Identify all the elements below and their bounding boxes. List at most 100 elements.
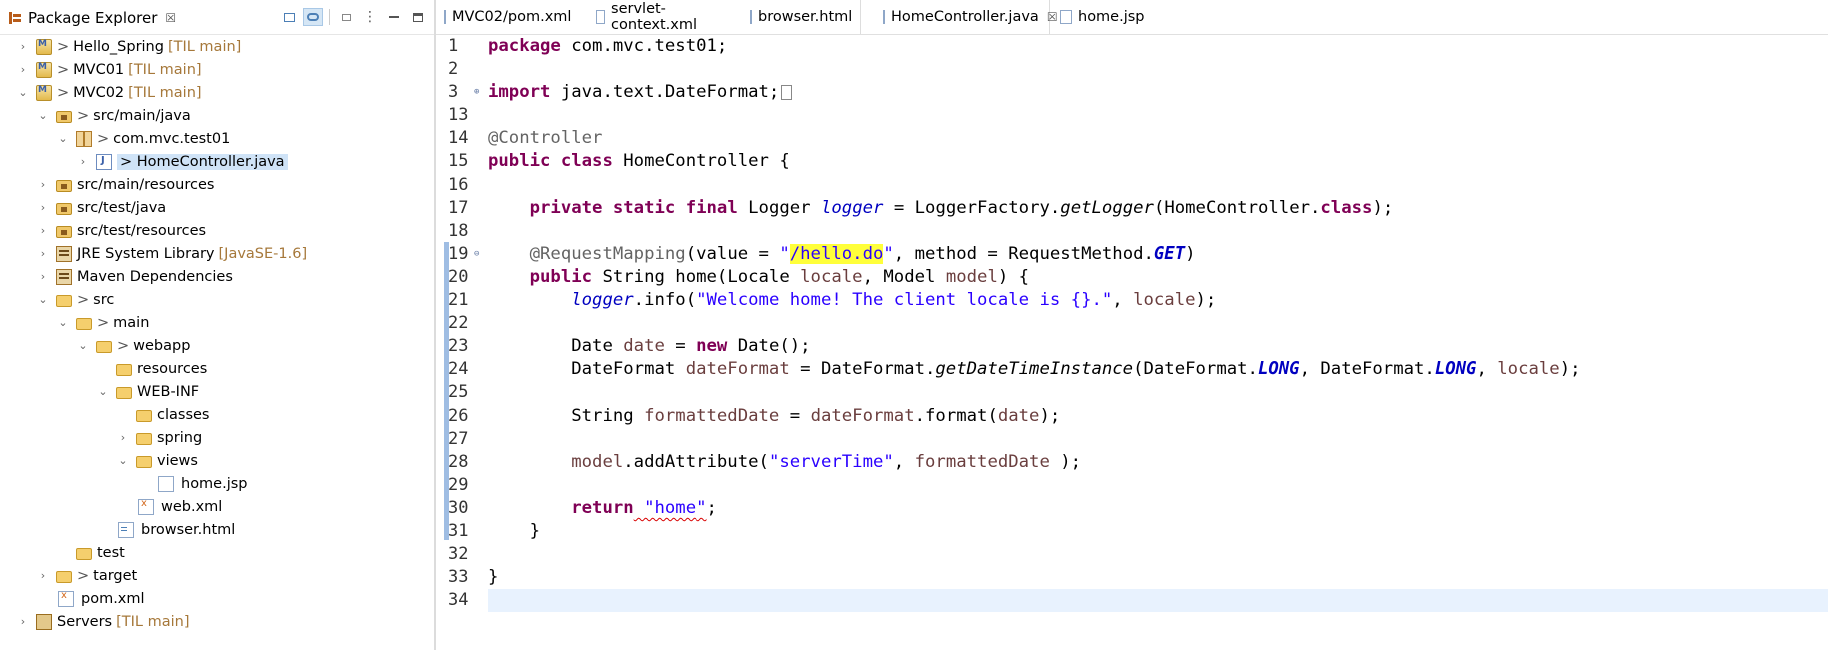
code-line: 17 private static final Logger logger = … [448, 197, 1828, 220]
tree-item[interactable]: web.xml [0, 495, 434, 518]
folder-icon [136, 455, 152, 468]
code-line: 1 package com.mvc.test01; [448, 35, 1828, 58]
code-lines[interactable]: 1 package com.mvc.test01; 2 3 ⊕ import java… [448, 35, 1828, 613]
tree-item[interactable]: pom.xml [0, 587, 434, 610]
package-explorer-title: Package Explorer [28, 9, 158, 27]
dirty-marker: > [117, 337, 130, 354]
maven-pom-icon [444, 10, 446, 24]
tab-homecontroller-java[interactable]: HomeController.java ☒ [860, 0, 1058, 34]
view-toolbar: ⋮ [279, 8, 428, 26]
java-file-icon [883, 10, 885, 24]
tree-item-label: pom.xml [81, 590, 145, 607]
tree-item[interactable]: home.jsp [0, 472, 434, 495]
tab-servlet-context-xml[interactable]: servlet-context.xml [566, 0, 720, 34]
tree-item[interactable]: › > MVC01 [TIL main] [0, 58, 434, 81]
expand-toggle-icon[interactable]: › [76, 155, 90, 169]
tree-item[interactable]: test [0, 541, 434, 564]
spelling-warning[interactable]: "home" [634, 498, 706, 518]
expand-toggle-icon[interactable]: › [36, 178, 50, 192]
close-icon[interactable]: ☒ [165, 11, 176, 25]
tree-item[interactable]: classes [0, 403, 434, 426]
expand-fold-icon[interactable]: ⊕ [474, 81, 479, 104]
dirty-marker: > [57, 61, 70, 78]
line-number: 25 [448, 382, 469, 403]
expand-toggle-icon[interactable]: › [36, 569, 50, 583]
collapse-fold-icon[interactable]: ⊖ [474, 243, 479, 266]
tree-item[interactable]: ⌄ > main [0, 311, 434, 334]
collapse-toggle-icon[interactable]: ⌄ [96, 385, 110, 399]
expand-toggle-icon[interactable]: › [36, 270, 50, 284]
code-line: 24 DateFormat dateFormat = DateFormat.ge… [448, 358, 1828, 381]
tree-item[interactable]: › > target [0, 564, 434, 587]
collapse-toggle-icon[interactable]: ⌄ [36, 109, 50, 123]
code-line: 33} [448, 566, 1828, 589]
link-with-editor-icon[interactable] [303, 8, 323, 26]
html-file-icon [118, 521, 134, 538]
expand-toggle-icon[interactable]: › [116, 431, 130, 445]
tab-pom-xml[interactable]: MVC02/pom.xml [436, 0, 571, 34]
line-number: 26 [448, 405, 469, 426]
tree-item[interactable]: › src/main/resources [0, 173, 434, 196]
xml-file-icon [596, 10, 606, 24]
tree-item[interactable]: ⌄ WEB-INF [0, 380, 434, 403]
tree-item[interactable]: ⌄ > webapp [0, 334, 434, 357]
tree-item-label: test [97, 544, 125, 561]
maven-project-icon [36, 84, 52, 101]
expand-toggle-icon[interactable]: › [36, 201, 50, 215]
tree-item[interactable]: › Maven Dependencies [0, 265, 434, 288]
tab-browser-html[interactable]: browser.html [720, 0, 860, 34]
git-decoration: [TIL main] [167, 38, 242, 55]
no-toggle [116, 500, 130, 514]
package-icon [76, 130, 92, 147]
line-number: 23 [448, 336, 469, 357]
tab-package-explorer[interactable]: Package Explorer ☒ [8, 6, 176, 30]
view-menu-icon[interactable]: ⋮ [360, 8, 380, 26]
tree-item[interactable]: › src/test/java [0, 196, 434, 219]
expand-toggle-icon[interactable]: › [16, 40, 30, 54]
collapse-toggle-icon[interactable]: ⌄ [56, 132, 70, 146]
code-line: 26 String formattedDate = dateFormat.for… [448, 405, 1828, 428]
current-line[interactable]: 34 [448, 589, 1828, 613]
dirty-marker: > [77, 567, 90, 584]
tree-item[interactable]: › spring [0, 426, 434, 449]
collapse-toggle-icon[interactable]: ⌄ [76, 339, 90, 353]
editor-area: MVC02/pom.xml servlet-context.xml browse… [436, 0, 1828, 650]
dirty-marker: > [57, 38, 70, 55]
tree-item-label: Hello_Spring [73, 38, 164, 55]
jre-version-decoration: [JavaSE-1.6] [218, 245, 308, 262]
tree-item[interactable]: resources [0, 357, 434, 380]
tree-item[interactable]: › > Hello_Spring [TIL main] [0, 35, 434, 58]
code-line: 30 return "home"; [448, 497, 1828, 520]
expand-toggle-icon[interactable]: › [36, 224, 50, 238]
folded-region-icon[interactable] [781, 84, 793, 100]
collapse-toggle-icon[interactable]: ⌄ [16, 86, 30, 100]
tree-item[interactable]: ⌄ > src [0, 288, 434, 311]
collapse-toggle-icon[interactable]: ⌄ [36, 293, 50, 307]
git-decoration: [TIL main] [116, 613, 190, 630]
expand-toggle-icon[interactable]: › [16, 615, 30, 629]
tab-home-jsp[interactable]: home.jsp [1050, 0, 1170, 34]
focus-icon[interactable] [336, 8, 356, 26]
tree-item[interactable]: ⌄ > com.mvc.test01 [0, 127, 434, 150]
tree-item[interactable]: ⌄ > src/main/java [0, 104, 434, 127]
line-number: 13 [448, 105, 469, 126]
tree-item[interactable]: ⌄ views [0, 449, 434, 472]
no-toggle [96, 523, 110, 537]
tree-item[interactable]: › src/test/resources [0, 219, 434, 242]
collapse-toggle-icon[interactable]: ⌄ [116, 454, 130, 468]
expand-toggle-icon[interactable]: › [36, 247, 50, 261]
jsp-file-icon [1060, 10, 1072, 24]
tree-item[interactable]: › JRE System Library [JavaSE-1.6] [0, 242, 434, 265]
tree-item-selected[interactable]: › > HomeController.java [0, 150, 434, 173]
code-editor[interactable]: 1 package com.mvc.test01; 2 3 ⊕ import java… [436, 35, 1828, 650]
line-number: 21 [448, 290, 469, 311]
expand-toggle-icon[interactable]: › [16, 63, 30, 77]
tree-item[interactable]: › Servers [TIL main] [0, 610, 434, 633]
maximize-icon[interactable] [408, 8, 428, 26]
collapse-all-icon[interactable] [279, 8, 299, 26]
collapse-toggle-icon[interactable]: ⌄ [56, 316, 70, 330]
no-toggle [96, 362, 110, 376]
minimize-icon[interactable] [384, 8, 404, 26]
tree-item[interactable]: ⌄ > MVC02 [TIL main] [0, 81, 434, 104]
tree-item[interactable]: browser.html [0, 518, 434, 541]
